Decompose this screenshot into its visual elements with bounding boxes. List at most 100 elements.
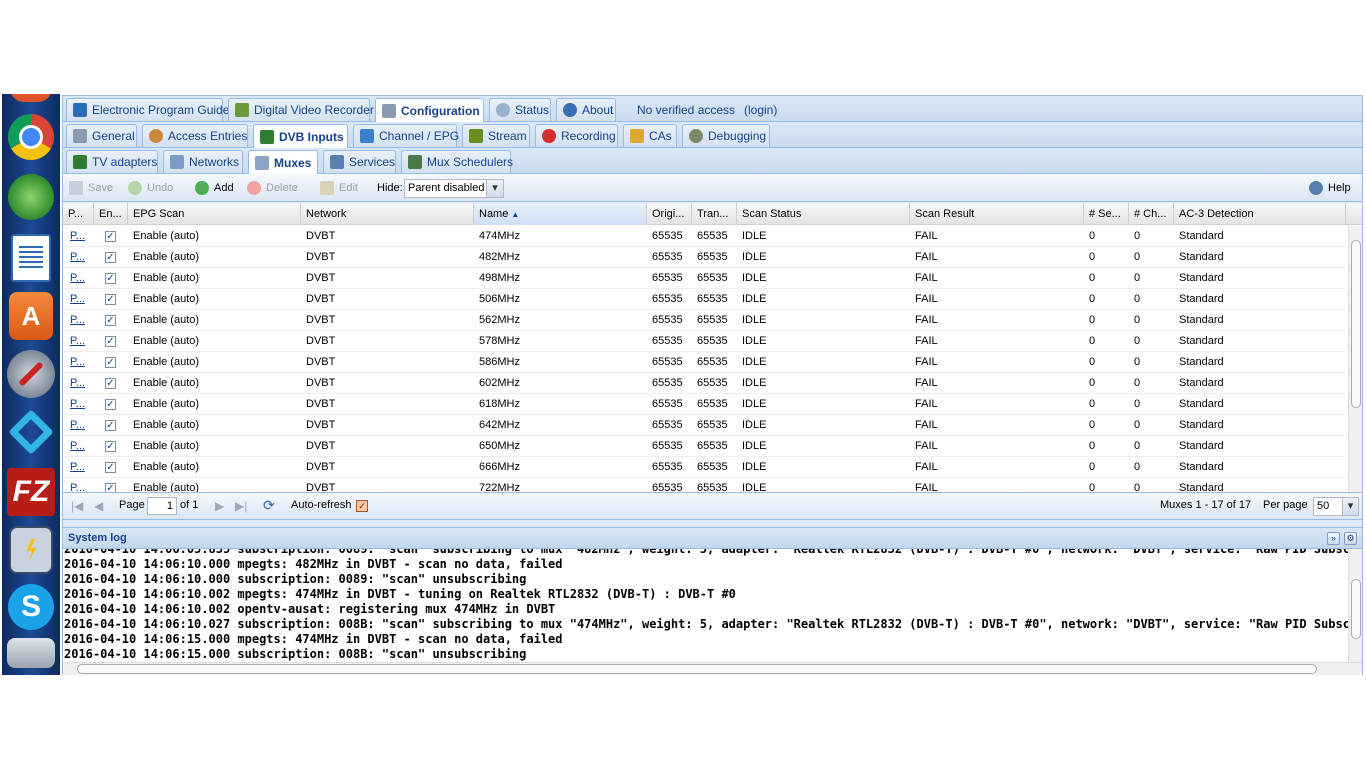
- enabled-checkbox[interactable]: ✓: [105, 420, 116, 431]
- save-button[interactable]: Save: [69, 179, 113, 197]
- first-page-icon[interactable]: |◀: [71, 499, 83, 513]
- tab-stream[interactable]: Stream: [462, 124, 530, 147]
- tab-configuration[interactable]: Configuration: [375, 98, 484, 122]
- play-link[interactable]: P...: [65, 415, 85, 436]
- col-tran[interactable]: Tran...: [692, 203, 737, 225]
- col-ac3[interactable]: AC-3 Detection: [1174, 203, 1346, 225]
- tab-about[interactable]: About: [556, 98, 616, 121]
- scanner-icon[interactable]: [7, 638, 55, 668]
- log-hscrollbar[interactable]: [63, 662, 1362, 675]
- tab-dvr[interactable]: Digital Video Recorder: [228, 98, 374, 121]
- chrome-icon[interactable]: [8, 114, 54, 160]
- app-icon[interactable]: [10, 94, 52, 102]
- log-scrollbar-thumb[interactable]: [1351, 579, 1361, 639]
- enabled-checkbox[interactable]: ✓: [105, 378, 116, 389]
- grid-scrollbar[interactable]: [1348, 226, 1362, 492]
- table-row[interactable]: P... ✓ Enable (auto) DVBT 722MHz 65535 65535 ID…: [63, 478, 1346, 492]
- table-row[interactable]: P... ✓ Enable (auto) DVBT 498MHz 65535 65535 ID…: [63, 268, 1346, 289]
- tab-recording[interactable]: Recording: [535, 124, 618, 147]
- hide-select[interactable]: Parent disabled: [404, 179, 504, 198]
- skype-icon[interactable]: S: [8, 584, 54, 630]
- table-row[interactable]: P... ✓ Enable (auto) DVBT 482MHz 65535 65535 ID…: [63, 247, 1346, 268]
- tab-epg[interactable]: Electronic Program Guide: [66, 98, 229, 121]
- tab-cas[interactable]: CAs: [623, 124, 677, 147]
- log-scrollbar[interactable]: [1348, 549, 1362, 662]
- table-row[interactable]: P... ✓ Enable (auto) DVBT 650MHz 65535 65535 ID…: [63, 436, 1346, 457]
- table-row[interactable]: P... ✓ Enable (auto) DVBT 474MHz 65535 65535 ID…: [63, 226, 1346, 247]
- play-link[interactable]: P...: [65, 247, 85, 268]
- tab-dvb-inputs[interactable]: DVB Inputs: [253, 124, 348, 148]
- help-button[interactable]: Help: [1309, 179, 1351, 197]
- table-row[interactable]: P... ✓ Enable (auto) DVBT 586MHz 65535 65535 ID…: [63, 352, 1346, 373]
- play-link[interactable]: P...: [65, 226, 85, 247]
- software-center-icon[interactable]: A: [9, 292, 53, 340]
- last-page-icon[interactable]: ▶|: [235, 499, 247, 513]
- play-link[interactable]: P...: [65, 289, 85, 310]
- scrollbar-thumb[interactable]: [1351, 240, 1361, 408]
- tab-services[interactable]: Services: [323, 150, 396, 173]
- col-orig[interactable]: Origi...: [647, 203, 692, 225]
- enabled-checkbox[interactable]: ✓: [105, 231, 116, 242]
- writer-icon[interactable]: [11, 234, 51, 282]
- remote-desktop-icon[interactable]: [9, 526, 53, 574]
- kodi-icon[interactable]: [7, 408, 55, 456]
- network-icon[interactable]: [8, 174, 54, 220]
- play-link[interactable]: P...: [65, 436, 85, 457]
- tab-networks[interactable]: Networks: [163, 150, 243, 173]
- col-epg-scan[interactable]: EPG Scan: [128, 203, 301, 225]
- tab-access-entries[interactable]: Access Entries: [142, 124, 248, 147]
- col-network[interactable]: Network: [301, 203, 474, 225]
- enabled-checkbox[interactable]: ✓: [105, 336, 116, 347]
- play-link[interactable]: P...: [65, 310, 85, 331]
- play-link[interactable]: P...: [65, 478, 85, 492]
- enabled-checkbox[interactable]: ✓: [105, 462, 116, 473]
- undo-button[interactable]: Undo: [128, 179, 173, 197]
- tab-status[interactable]: Status: [489, 98, 551, 121]
- table-row[interactable]: P... ✓ Enable (auto) DVBT 578MHz 65535 65535 ID…: [63, 331, 1346, 352]
- play-link[interactable]: P...: [65, 352, 85, 373]
- col-name[interactable]: Name ▲: [474, 203, 647, 225]
- play-link[interactable]: P...: [65, 268, 85, 289]
- page-input[interactable]: 1: [147, 497, 177, 515]
- login-link[interactable]: (login): [744, 98, 777, 121]
- table-row[interactable]: P... ✓ Enable (auto) DVBT 602MHz 65535 65535 ID…: [63, 373, 1346, 394]
- tab-channel-epg[interactable]: Channel / EPG: [353, 124, 459, 147]
- enabled-checkbox[interactable]: ✓: [105, 399, 116, 410]
- play-link[interactable]: P...: [65, 373, 85, 394]
- tab-mux-schedulers[interactable]: Mux Schedulers: [401, 150, 513, 173]
- tab-debugging[interactable]: Debugging: [682, 124, 770, 147]
- play-link[interactable]: P...: [65, 394, 85, 415]
- table-row[interactable]: P... ✓ Enable (auto) DVBT 666MHz 65535 65535 ID…: [63, 457, 1346, 478]
- enabled-checkbox[interactable]: ✓: [105, 294, 116, 305]
- col-p[interactable]: P...: [63, 203, 94, 225]
- play-link[interactable]: P...: [65, 457, 85, 478]
- collapse-icon[interactable]: »: [1327, 532, 1340, 545]
- system-tools-icon[interactable]: [7, 350, 55, 398]
- col-scan-result[interactable]: Scan Result: [910, 203, 1084, 225]
- enabled-checkbox[interactable]: ✓: [105, 357, 116, 368]
- col-scan-status[interactable]: Scan Status: [737, 203, 910, 225]
- col-services[interactable]: # Se...: [1084, 203, 1129, 225]
- table-row[interactable]: P... ✓ Enable (auto) DVBT 562MHz 65535 65535 ID…: [63, 310, 1346, 331]
- add-button[interactable]: Add: [195, 179, 234, 197]
- table-row[interactable]: P... ✓ Enable (auto) DVBT 506MHz 65535 65535 ID…: [63, 289, 1346, 310]
- tab-tv-adapters[interactable]: TV adapters: [66, 150, 158, 173]
- log-hscrollbar-thumb[interactable]: [77, 664, 1317, 674]
- enabled-checkbox[interactable]: ✓: [105, 315, 116, 326]
- enabled-checkbox[interactable]: ✓: [105, 273, 116, 284]
- filezilla-icon[interactable]: FZ: [7, 468, 55, 516]
- edit-button[interactable]: Edit: [320, 179, 358, 197]
- col-enabled[interactable]: En...: [94, 203, 128, 225]
- enabled-checkbox[interactable]: ✓: [105, 252, 116, 263]
- tab-general[interactable]: General: [66, 124, 137, 147]
- enabled-checkbox[interactable]: ✓: [105, 441, 116, 452]
- auto-refresh-checkbox[interactable]: ✓: [356, 500, 368, 512]
- col-channels[interactable]: # Ch...: [1129, 203, 1174, 225]
- table-row[interactable]: P... ✓ Enable (auto) DVBT 642MHz 65535 65535 ID…: [63, 415, 1346, 436]
- play-link[interactable]: P...: [65, 331, 85, 352]
- tab-muxes[interactable]: Muxes: [248, 150, 318, 174]
- table-row[interactable]: P... ✓ Enable (auto) DVBT 618MHz 65535 65535 ID…: [63, 394, 1346, 415]
- per-page-select[interactable]: 50: [1313, 497, 1359, 516]
- settings-icon[interactable]: ⚙: [1344, 532, 1357, 545]
- next-page-icon[interactable]: ▶: [215, 499, 224, 513]
